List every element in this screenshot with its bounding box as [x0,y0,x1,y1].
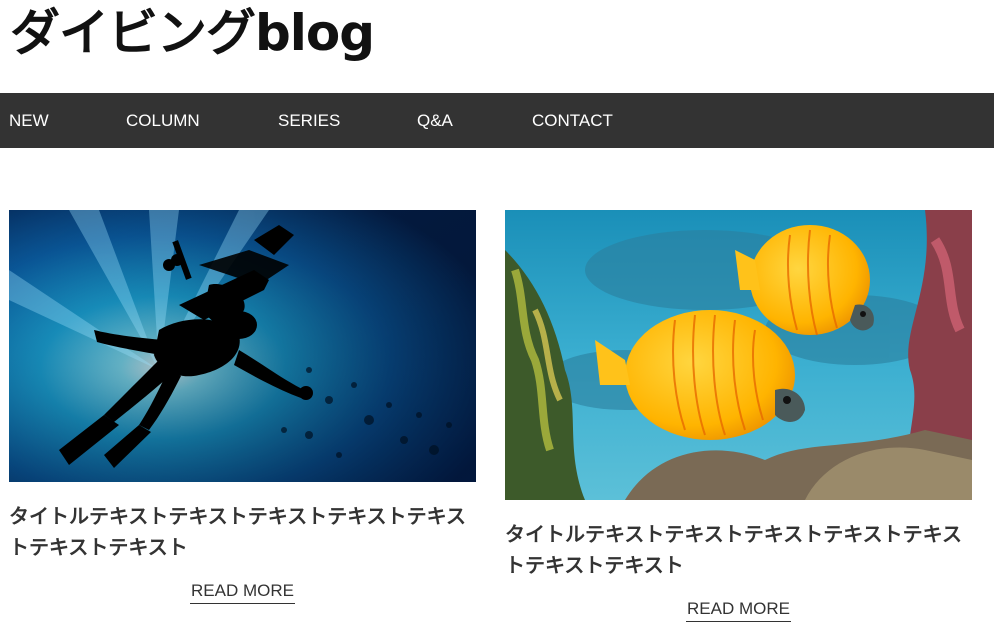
post-thumbnail-fish[interactable] [505,210,972,500]
nav-item-contact[interactable]: CONTACT [532,93,613,148]
post-thumbnail-diver[interactable] [9,210,476,482]
post-card: タイトルテキストテキストテキストテキストテキストテキストテキスト READ MO… [9,210,476,604]
main-nav: NEW COLUMN SERIES Q&A CONTACT [0,93,994,148]
read-more-link[interactable]: READ MORE [686,598,791,622]
nav-item-new[interactable]: NEW [9,93,49,148]
post-title[interactable]: タイトルテキストテキストテキストテキストテキストテキストテキスト [9,501,476,563]
site-title[interactable]: ダイビングblog [10,2,375,64]
yellow-butterflyfish-image [505,210,972,500]
nav-item-column[interactable]: COLUMN [126,93,200,148]
read-more-container: READ MORE [9,580,476,604]
post-title[interactable]: タイトルテキストテキストテキストテキストテキストテキストテキスト [505,519,972,581]
diver-silhouette-image [9,210,476,482]
nav-item-series[interactable]: SERIES [278,93,340,148]
site-header: ダイビングblog [0,0,994,93]
read-more-link[interactable]: READ MORE [190,580,295,604]
post-card: タイトルテキストテキストテキストテキストテキストテキストテキスト READ MO… [505,210,972,622]
read-more-container: READ MORE [505,598,972,622]
nav-item-qa[interactable]: Q&A [417,93,453,148]
